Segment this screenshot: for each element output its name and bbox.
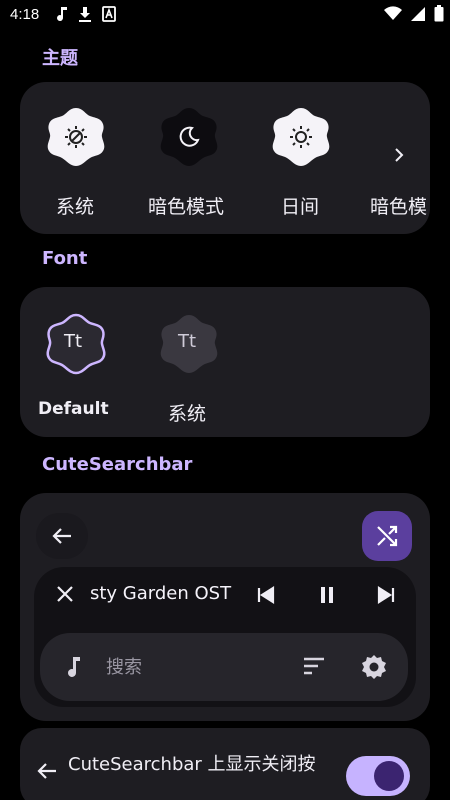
music-note-icon bbox=[68, 657, 80, 677]
chevron-right-icon[interactable] bbox=[392, 146, 406, 168]
font-card: Tt Default Tt 系统 bbox=[20, 287, 430, 437]
app-icon bbox=[102, 6, 116, 26]
search-input[interactable]: 搜索 bbox=[106, 653, 142, 679]
close-button-toggle-card: CuteSearchbar 上显示关闭按 bbox=[20, 728, 430, 800]
skip-previous-icon[interactable] bbox=[256, 585, 276, 605]
sort-icon[interactable] bbox=[302, 655, 326, 677]
back-button[interactable] bbox=[36, 513, 88, 559]
searchbar-preview-card: sty Garden OST 搜索 bbox=[20, 493, 430, 721]
arrow-left-icon bbox=[52, 528, 71, 544]
theme-section-title: 主题 bbox=[42, 48, 78, 69]
theme-extra-label[interactable]: 暗色模 bbox=[370, 192, 427, 219]
shuffle-button[interactable] bbox=[362, 511, 412, 561]
download-icon bbox=[78, 6, 92, 26]
auto-brightness-icon bbox=[65, 126, 87, 148]
wifi-icon bbox=[384, 6, 402, 25]
font-default-label: Default bbox=[38, 399, 109, 419]
status-bar: 4:18 bbox=[0, 0, 450, 32]
theme-dark-label: 暗色模式 bbox=[148, 196, 225, 218]
skip-next-icon[interactable] bbox=[376, 585, 396, 605]
searchbar-section-title: CuteSearchbar bbox=[42, 454, 193, 475]
now-playing-title: sty Garden OST bbox=[90, 583, 232, 604]
theme-system-label: 系统 bbox=[56, 196, 95, 218]
moon-icon bbox=[179, 126, 200, 147]
pause-icon[interactable] bbox=[317, 585, 337, 605]
theme-card: 系统 暗色模式 日间 暗色模 bbox=[20, 82, 430, 234]
gear-icon[interactable] bbox=[360, 653, 388, 681]
toggle-label: CuteSearchbar 上显示关闭按 bbox=[68, 754, 316, 775]
shuffle-icon bbox=[377, 525, 398, 547]
search-bar[interactable]: 搜索 bbox=[40, 633, 408, 701]
toggle-thumb bbox=[374, 761, 404, 791]
font-section-title: Font bbox=[42, 248, 88, 269]
arrow-left-icon[interactable] bbox=[36, 760, 58, 782]
font-system-glyph: Tt bbox=[178, 331, 197, 352]
theme-day-label: 日间 bbox=[281, 196, 320, 218]
status-time: 4:18 bbox=[10, 6, 40, 23]
cellular-icon bbox=[410, 6, 426, 26]
toggle-text-clip: CuteSearchbar 上显示关闭按 bbox=[68, 728, 348, 800]
searchbar-container: sty Garden OST 搜索 bbox=[34, 567, 416, 707]
font-default-glyph: Tt bbox=[64, 331, 83, 352]
font-system-label: 系统 bbox=[168, 403, 207, 425]
close-button-toggle[interactable] bbox=[346, 756, 410, 796]
music-note-icon bbox=[56, 6, 68, 26]
sun-icon bbox=[290, 126, 312, 148]
close-icon[interactable] bbox=[56, 585, 74, 603]
battery-icon bbox=[434, 5, 444, 26]
